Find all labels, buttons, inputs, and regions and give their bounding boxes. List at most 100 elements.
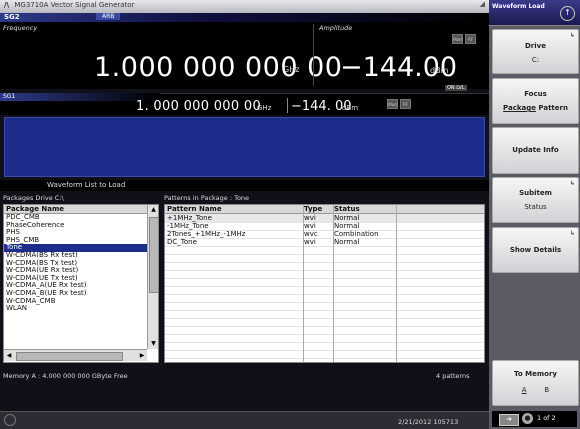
row-gridline bbox=[165, 286, 484, 287]
sg2-frequency-unit: GHz bbox=[283, 65, 300, 74]
waveform-list-title-bar: Waveform List to Load bbox=[0, 180, 489, 191]
row-gridline bbox=[165, 278, 484, 279]
pattern-type-cell: wvi bbox=[304, 238, 316, 246]
sg2-mod-indicator[interactable]: Mod bbox=[452, 34, 463, 44]
type-header: Type bbox=[304, 205, 323, 213]
focus-softkey[interactable]: Focus Package Pattern bbox=[492, 78, 579, 124]
update-info-label: Update Info bbox=[512, 146, 559, 154]
sg2-divider bbox=[313, 24, 314, 86]
sg2-tag: SG2 ARB bbox=[0, 13, 489, 22]
pattern-status-cell: Normal bbox=[334, 214, 360, 222]
info-area bbox=[4, 117, 485, 177]
datetime: 2/21/2012 105713 bbox=[398, 418, 459, 426]
sg1-rf-indicator[interactable]: RF bbox=[400, 99, 411, 109]
package-horizontal-scrollbar[interactable]: ◀ ▶ bbox=[4, 349, 147, 361]
pattern-row[interactable]: DC_Tone wvi Normal bbox=[165, 238, 484, 246]
sg2-amplitude-unit: dBm bbox=[430, 66, 449, 75]
pattern-row[interactable]: 2Tones_+1MHz_-1MHz wvc Combination bbox=[165, 230, 484, 238]
subitem-softkey[interactable]: ↳ Subitem Status bbox=[492, 177, 579, 223]
column-divider bbox=[396, 205, 397, 362]
submenu-icon: ↳ bbox=[569, 230, 575, 237]
show-details-softkey[interactable]: ↳ Show Details bbox=[492, 227, 579, 273]
row-gridline bbox=[165, 302, 484, 303]
focus-option-pattern: Pattern bbox=[538, 104, 568, 112]
sg2-mode-badge: ARB bbox=[96, 13, 121, 20]
row-gridline bbox=[165, 294, 484, 295]
pattern-row[interactable]: -1MHz_Tone wvi Normal bbox=[165, 222, 484, 230]
row-gridline bbox=[165, 246, 484, 247]
package-list-item[interactable]: WLAN bbox=[4, 305, 147, 313]
focus-label: Focus bbox=[524, 90, 547, 98]
update-info-softkey[interactable]: Update Info bbox=[492, 127, 579, 174]
pattern-row[interactable]: +1MHz_Tone wvi Normal bbox=[165, 214, 484, 222]
page-navigation: ➜ ● 1 of 2 bbox=[492, 411, 577, 427]
sg1-frequency-value[interactable]: 1. 000 000 000 00 bbox=[136, 99, 261, 114]
page-indicator: 1 of 2 bbox=[537, 414, 556, 422]
column-divider bbox=[333, 205, 334, 362]
memory-option-b: B bbox=[544, 386, 550, 394]
scroll-down-icon[interactable]: ▼ bbox=[148, 339, 159, 349]
package-list[interactable]: PDC_CMB PhaseCoherence PHS PHS_CMB Tone W-CDM… bbox=[4, 213, 147, 349]
package-list-item[interactable]: PHS_CMB bbox=[4, 236, 147, 245]
sg1-divider bbox=[287, 98, 288, 113]
drive-value: C: bbox=[531, 56, 540, 64]
memory-info: Memory A : 4.000 000 000 GByte Free bbox=[3, 372, 128, 380]
subitem-label: Subitem bbox=[519, 189, 552, 197]
column-divider bbox=[303, 205, 304, 362]
pattern-name-cell: DC_Tone bbox=[167, 238, 197, 246]
window-menu-icon[interactable]: ◢ bbox=[480, 0, 485, 8]
scroll-left-icon[interactable]: ◀ bbox=[4, 350, 14, 361]
patterns-in-package-label: Patterns in Package : Tone bbox=[164, 194, 250, 202]
sg2-frequency-value[interactable]: 1.000 000 000 00 bbox=[94, 52, 342, 83]
title-bar: /\ MG3710A Vector Signal Generator ◢ bbox=[0, 0, 489, 13]
pattern-type-cell: wvc bbox=[304, 230, 318, 238]
pattern-name-header: Pattern Name bbox=[167, 205, 222, 213]
submenu-icon: ↳ bbox=[569, 32, 575, 39]
pattern-name-cell: 2Tones_+1MHz_-1MHz bbox=[167, 230, 246, 238]
pattern-count: 4 patterns bbox=[436, 372, 470, 380]
scroll-thumb[interactable] bbox=[16, 352, 123, 361]
scroll-right-icon[interactable]: ▶ bbox=[137, 350, 147, 361]
pattern-name-cell: -1MHz_Tone bbox=[167, 222, 209, 230]
waveform-list-title: Waveform List to Load bbox=[47, 181, 126, 189]
pattern-type-cell: wvi bbox=[304, 222, 316, 230]
row-gridline bbox=[165, 318, 484, 319]
drive-softkey[interactable]: ↳ Drive C: bbox=[492, 29, 579, 74]
row-gridline bbox=[165, 254, 484, 255]
sg2-name: SG2 bbox=[4, 13, 20, 21]
pattern-status-cell: Combination bbox=[334, 230, 379, 238]
pattern-status-cell: Normal bbox=[334, 238, 360, 246]
row-gridline bbox=[165, 350, 484, 351]
submenu-icon: ↳ bbox=[569, 180, 575, 187]
up-arrow-icon[interactable]: ↑ bbox=[560, 6, 575, 21]
sg2-frequency-label: Frequency bbox=[3, 24, 38, 32]
package-vertical-scrollbar[interactable]: ▲ ▼ bbox=[147, 205, 159, 349]
memory-option-a: A bbox=[521, 386, 527, 394]
row-gridline bbox=[165, 270, 484, 271]
next-page-arrow-icon[interactable]: ➜ bbox=[499, 414, 519, 426]
to-memory-softkey[interactable]: To Memory A B bbox=[492, 360, 579, 406]
sg2-amplitude-label: Amplitude bbox=[319, 24, 353, 32]
drive-label: Drive bbox=[525, 42, 546, 50]
anritsu-logo: /\ bbox=[4, 1, 10, 9]
row-gridline bbox=[165, 358, 484, 359]
package-list-item[interactable]: PhaseCoherence bbox=[4, 221, 147, 230]
pattern-name-cell: +1MHz_Tone bbox=[167, 214, 212, 222]
sg2-rf-indicator[interactable]: RF bbox=[465, 34, 476, 44]
sg1-amplitude-unit: dBm bbox=[342, 104, 359, 112]
pattern-type-cell: wvi bbox=[304, 214, 316, 222]
scroll-up-icon[interactable]: ▲ bbox=[148, 205, 159, 215]
sg1-mod-indicator[interactable]: Mod bbox=[387, 99, 398, 109]
status-header: Status bbox=[334, 205, 360, 213]
page-circle-icon[interactable]: ● bbox=[522, 413, 533, 424]
scroll-thumb[interactable] bbox=[149, 217, 159, 293]
packages-drive-label: Packages Drive C:\ bbox=[3, 194, 64, 202]
row-gridline bbox=[165, 310, 484, 311]
row-gridline bbox=[165, 334, 484, 335]
softkey-header: Waveform Load ↑ bbox=[489, 0, 580, 26]
subitem-value: Status bbox=[524, 203, 547, 211]
row-gridline bbox=[165, 342, 484, 343]
row-gridline bbox=[165, 262, 484, 263]
pattern-status-cell: Normal bbox=[334, 222, 360, 230]
status-circle-icon bbox=[4, 414, 16, 426]
